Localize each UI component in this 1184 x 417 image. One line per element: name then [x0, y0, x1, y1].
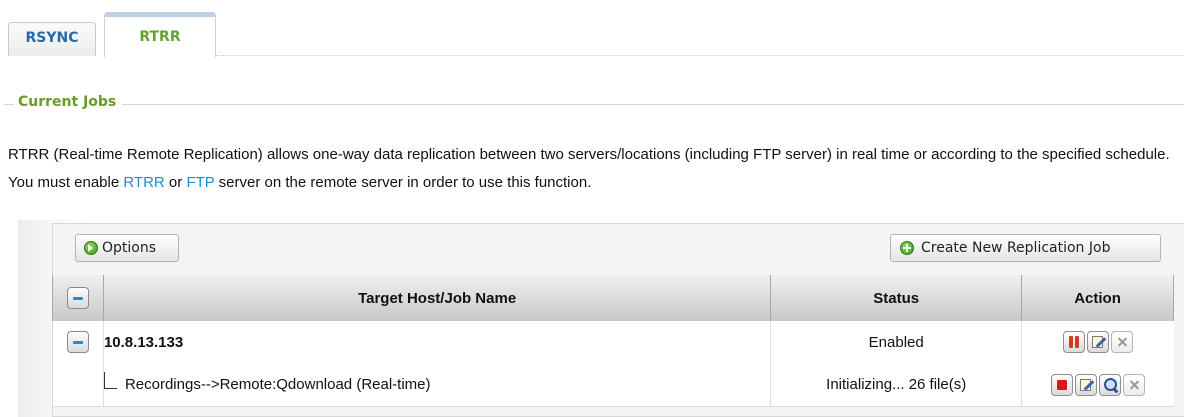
table-row: 10.8.13.133 Enabled: [52, 321, 1174, 363]
collapse-host-toggle[interactable]: [66, 331, 89, 353]
create-label: Create New Replication Job: [921, 240, 1111, 256]
host-name: 10.8.13.133: [103, 321, 772, 363]
section-title: Current Jobs: [14, 94, 123, 110]
tab-bar: RSYNC RTRR: [0, 0, 1184, 57]
header-action: Action: [1021, 275, 1174, 321]
job-name-cell: Recordings-->Remote:Qdownload (Real-time…: [103, 363, 772, 407]
description-part2: or: [164, 174, 187, 191]
ftp-link[interactable]: FTP: [186, 174, 214, 191]
edit-icon[interactable]: [1086, 331, 1109, 353]
rtrr-link[interactable]: RTRR: [123, 174, 164, 191]
delete-icon[interactable]: [1110, 331, 1133, 353]
host-actions: [1021, 321, 1174, 363]
options-button[interactable]: Options: [75, 234, 179, 262]
edit-icon[interactable]: [1074, 373, 1097, 396]
header-status: Status: [770, 275, 1023, 321]
tab-divider: [216, 55, 1184, 56]
stop-icon[interactable]: [1050, 373, 1073, 396]
collapse-all-toggle[interactable]: [66, 287, 89, 309]
job-actions: [1021, 363, 1174, 407]
job-status: Initializing... 26 file(s): [770, 363, 1023, 407]
section-divider: [4, 104, 1184, 105]
table-row: Recordings-->Remote:Qdownload (Real-time…: [52, 363, 1174, 407]
host-toggle-cell: [52, 321, 104, 363]
options-label: Options: [102, 240, 157, 256]
table-header: Target Host/Job Name Status Action: [52, 275, 1174, 321]
create-replication-job-button[interactable]: Create New Replication Job: [890, 234, 1161, 262]
tree-branch-icon: [103, 372, 117, 389]
tab-rtrr[interactable]: RTRR: [104, 12, 216, 57]
delete-icon[interactable]: [1122, 373, 1145, 396]
job-name: Recordings-->Remote:Qdownload (Real-time…: [124, 376, 431, 393]
description-part3: server on the remote server in order to …: [214, 174, 592, 191]
select-all-header: [52, 275, 104, 321]
job-empty-cell: [52, 363, 104, 407]
jobs-table: Target Host/Job Name Status Action 10.8.…: [52, 275, 1174, 407]
pause-icon[interactable]: [1062, 331, 1085, 353]
view-log-icon[interactable]: [1098, 373, 1121, 396]
plus-icon: [900, 241, 914, 255]
header-target-host: Target Host/Job Name: [102, 275, 772, 321]
arrow-right-icon: [84, 241, 98, 255]
tab-rsync[interactable]: RSYNC: [8, 22, 96, 56]
host-status: Enabled: [770, 321, 1023, 363]
description-text: RTRR (Real-time Remote Replication) allo…: [8, 141, 1178, 197]
